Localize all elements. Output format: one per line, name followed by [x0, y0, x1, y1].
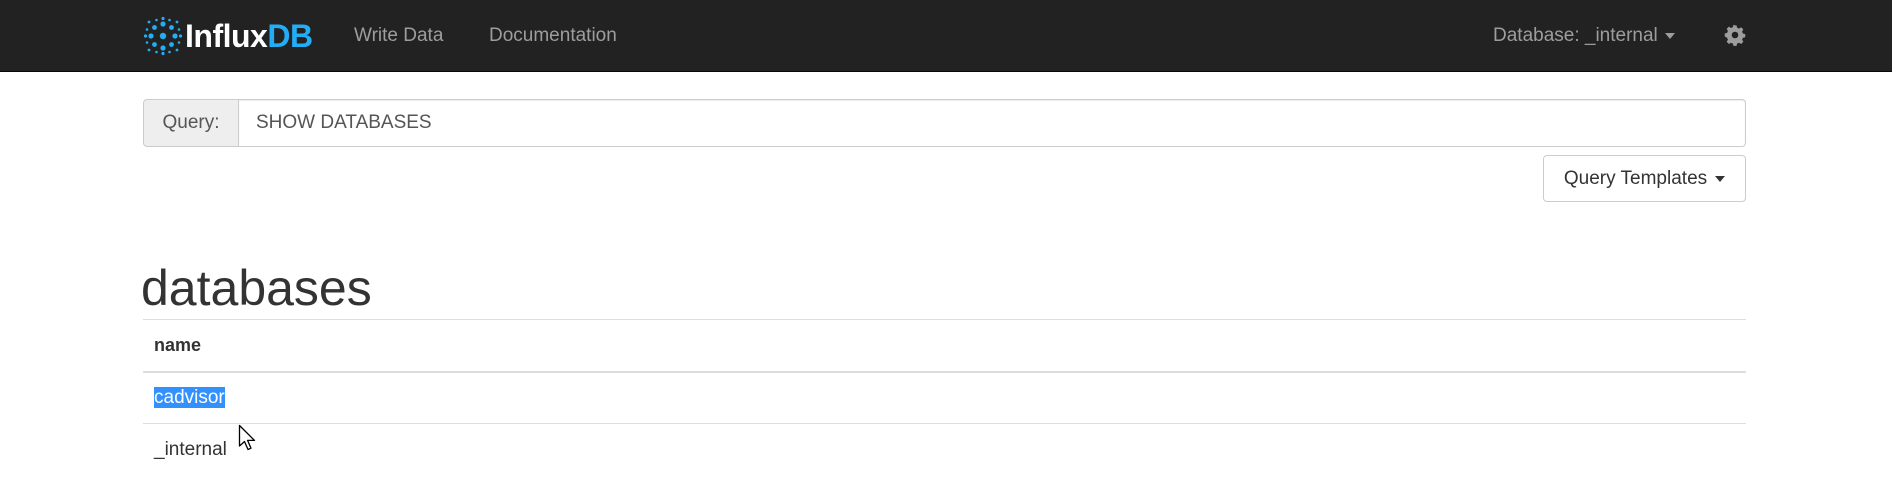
query-templates-button[interactable]: Query Templates: [1543, 155, 1746, 202]
results-table: name cadvisor _internal: [143, 319, 1746, 476]
nav-write-data[interactable]: Write Data: [354, 24, 443, 48]
gear-icon[interactable]: [1724, 24, 1746, 46]
query-label: Query:: [143, 99, 239, 147]
nav-documentation[interactable]: Documentation: [489, 24, 617, 48]
column-header-name: name: [143, 319, 1746, 373]
database-dropdown[interactable]: Database: _internal: [1493, 24, 1675, 48]
selected-database-name[interactable]: cadvisor: [154, 386, 225, 408]
database-name[interactable]: _internal: [154, 439, 227, 460]
influxdb-logo[interactable]: InfluxDB: [143, 14, 313, 58]
table-header-row: name: [143, 319, 1746, 373]
query-input[interactable]: [239, 99, 1746, 147]
caret-down-icon: [1664, 32, 1675, 39]
query-input-group: Query:: [143, 99, 1746, 147]
query-templates-label: Query Templates: [1563, 167, 1708, 189]
table-row: cadvisor: [143, 371, 1746, 424]
brand-name: InfluxDB: [185, 14, 313, 58]
table-cell[interactable]: _internal: [143, 424, 1746, 476]
table-cell[interactable]: cadvisor: [143, 371, 1746, 424]
brand-name-part2: DB: [267, 18, 313, 54]
results-title: databases: [141, 260, 372, 316]
influxdb-logo-icon: [143, 16, 183, 56]
brand-name-part1: Influx: [185, 18, 268, 54]
mouse-pointer-icon: [238, 424, 256, 451]
database-dropdown-label: Database: _internal: [1493, 25, 1658, 46]
top-navbar: InfluxDB Write Data Documentation Databa…: [0, 0, 1892, 72]
table-row: _internal: [143, 424, 1746, 476]
caret-down-icon: [1715, 175, 1726, 182]
